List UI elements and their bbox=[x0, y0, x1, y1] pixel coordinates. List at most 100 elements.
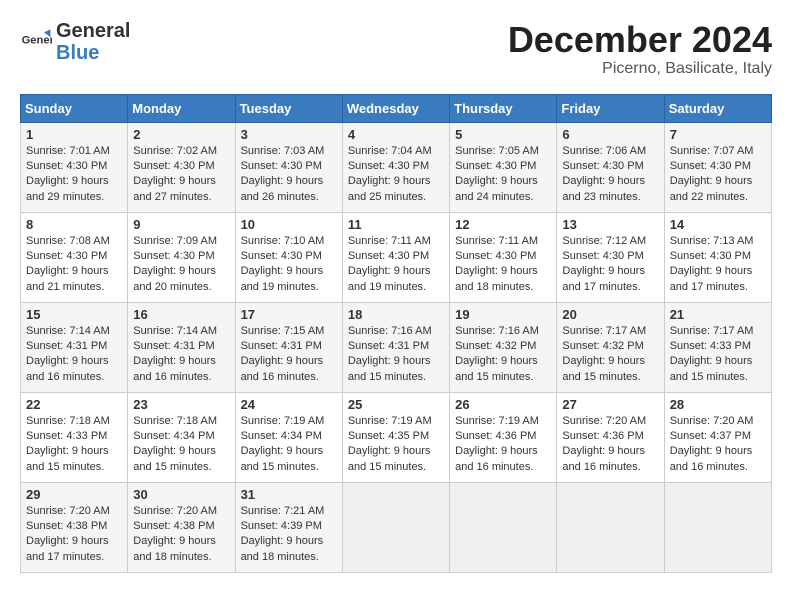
cell-details: Sunrise: 7:20 AM Sunset: 4:37 PM Dayligh… bbox=[670, 415, 754, 473]
page-header: General General Blue December 2024 Picer… bbox=[20, 20, 772, 78]
day-number: 25 bbox=[348, 397, 444, 412]
cell-details: Sunrise: 7:10 AM Sunset: 4:30 PM Dayligh… bbox=[241, 235, 325, 293]
cell-details: Sunrise: 7:03 AM Sunset: 4:30 PM Dayligh… bbox=[241, 145, 325, 203]
location: Picerno, Basilicate, Italy bbox=[508, 60, 772, 78]
cell-details: Sunrise: 7:21 AM Sunset: 4:39 PM Dayligh… bbox=[241, 505, 325, 563]
calendar-cell: 20 Sunrise: 7:17 AM Sunset: 4:32 PM Dayl… bbox=[557, 302, 664, 392]
calendar-week-row: 1 Sunrise: 7:01 AM Sunset: 4:30 PM Dayli… bbox=[21, 122, 772, 212]
calendar-cell bbox=[450, 482, 557, 572]
calendar-cell: 5 Sunrise: 7:05 AM Sunset: 4:30 PM Dayli… bbox=[450, 122, 557, 212]
day-number: 24 bbox=[241, 397, 337, 412]
calendar-cell: 6 Sunrise: 7:06 AM Sunset: 4:30 PM Dayli… bbox=[557, 122, 664, 212]
cell-details: Sunrise: 7:18 AM Sunset: 4:34 PM Dayligh… bbox=[133, 415, 217, 473]
calendar-cell: 25 Sunrise: 7:19 AM Sunset: 4:35 PM Dayl… bbox=[342, 392, 449, 482]
day-number: 16 bbox=[133, 307, 229, 322]
calendar-cell bbox=[557, 482, 664, 572]
calendar-cell: 16 Sunrise: 7:14 AM Sunset: 4:31 PM Dayl… bbox=[128, 302, 235, 392]
day-number: 18 bbox=[348, 307, 444, 322]
cell-details: Sunrise: 7:07 AM Sunset: 4:30 PM Dayligh… bbox=[670, 145, 754, 203]
calendar-header-row: SundayMondayTuesdayWednesdayThursdayFrid… bbox=[21, 94, 772, 122]
calendar-cell bbox=[664, 482, 771, 572]
day-number: 14 bbox=[670, 217, 766, 232]
calendar-cell: 3 Sunrise: 7:03 AM Sunset: 4:30 PM Dayli… bbox=[235, 122, 342, 212]
day-number: 11 bbox=[348, 217, 444, 232]
calendar-cell: 26 Sunrise: 7:19 AM Sunset: 4:36 PM Dayl… bbox=[450, 392, 557, 482]
day-number: 30 bbox=[133, 487, 229, 502]
cell-details: Sunrise: 7:16 AM Sunset: 4:31 PM Dayligh… bbox=[348, 325, 432, 383]
calendar-table: SundayMondayTuesdayWednesdayThursdayFrid… bbox=[20, 94, 772, 573]
cell-details: Sunrise: 7:19 AM Sunset: 4:36 PM Dayligh… bbox=[455, 415, 539, 473]
cell-details: Sunrise: 7:13 AM Sunset: 4:30 PM Dayligh… bbox=[670, 235, 754, 293]
calendar-week-row: 22 Sunrise: 7:18 AM Sunset: 4:33 PM Dayl… bbox=[21, 392, 772, 482]
header-day-monday: Monday bbox=[128, 94, 235, 122]
calendar-week-row: 8 Sunrise: 7:08 AM Sunset: 4:30 PM Dayli… bbox=[21, 212, 772, 302]
calendar-cell: 4 Sunrise: 7:04 AM Sunset: 4:30 PM Dayli… bbox=[342, 122, 449, 212]
day-number: 10 bbox=[241, 217, 337, 232]
day-number: 6 bbox=[562, 127, 658, 142]
cell-details: Sunrise: 7:06 AM Sunset: 4:30 PM Dayligh… bbox=[562, 145, 646, 203]
cell-details: Sunrise: 7:11 AM Sunset: 4:30 PM Dayligh… bbox=[455, 235, 538, 293]
calendar-cell: 30 Sunrise: 7:20 AM Sunset: 4:38 PM Dayl… bbox=[128, 482, 235, 572]
day-number: 1 bbox=[26, 127, 122, 142]
calendar-cell: 9 Sunrise: 7:09 AM Sunset: 4:30 PM Dayli… bbox=[128, 212, 235, 302]
day-number: 21 bbox=[670, 307, 766, 322]
cell-details: Sunrise: 7:20 AM Sunset: 4:36 PM Dayligh… bbox=[562, 415, 646, 473]
day-number: 12 bbox=[455, 217, 551, 232]
day-number: 27 bbox=[562, 397, 658, 412]
cell-details: Sunrise: 7:09 AM Sunset: 4:30 PM Dayligh… bbox=[133, 235, 217, 293]
calendar-cell: 12 Sunrise: 7:11 AM Sunset: 4:30 PM Dayl… bbox=[450, 212, 557, 302]
header-day-thursday: Thursday bbox=[450, 94, 557, 122]
calendar-cell: 8 Sunrise: 7:08 AM Sunset: 4:30 PM Dayli… bbox=[21, 212, 128, 302]
cell-details: Sunrise: 7:20 AM Sunset: 4:38 PM Dayligh… bbox=[133, 505, 217, 563]
day-number: 5 bbox=[455, 127, 551, 142]
cell-details: Sunrise: 7:05 AM Sunset: 4:30 PM Dayligh… bbox=[455, 145, 539, 203]
calendar-cell: 27 Sunrise: 7:20 AM Sunset: 4:36 PM Dayl… bbox=[557, 392, 664, 482]
day-number: 19 bbox=[455, 307, 551, 322]
header-day-wednesday: Wednesday bbox=[342, 94, 449, 122]
calendar-cell: 7 Sunrise: 7:07 AM Sunset: 4:30 PM Dayli… bbox=[664, 122, 771, 212]
day-number: 2 bbox=[133, 127, 229, 142]
calendar-cell: 18 Sunrise: 7:16 AM Sunset: 4:31 PM Dayl… bbox=[342, 302, 449, 392]
header-day-tuesday: Tuesday bbox=[235, 94, 342, 122]
cell-details: Sunrise: 7:02 AM Sunset: 4:30 PM Dayligh… bbox=[133, 145, 217, 203]
header-day-saturday: Saturday bbox=[664, 94, 771, 122]
calendar-cell: 19 Sunrise: 7:16 AM Sunset: 4:32 PM Dayl… bbox=[450, 302, 557, 392]
cell-details: Sunrise: 7:14 AM Sunset: 4:31 PM Dayligh… bbox=[133, 325, 217, 383]
day-number: 17 bbox=[241, 307, 337, 322]
day-number: 23 bbox=[133, 397, 229, 412]
calendar-cell: 28 Sunrise: 7:20 AM Sunset: 4:37 PM Dayl… bbox=[664, 392, 771, 482]
logo-icon: General bbox=[20, 26, 52, 58]
day-number: 31 bbox=[241, 487, 337, 502]
cell-details: Sunrise: 7:16 AM Sunset: 4:32 PM Dayligh… bbox=[455, 325, 539, 383]
calendar-week-row: 15 Sunrise: 7:14 AM Sunset: 4:31 PM Dayl… bbox=[21, 302, 772, 392]
calendar-cell: 17 Sunrise: 7:15 AM Sunset: 4:31 PM Dayl… bbox=[235, 302, 342, 392]
day-number: 3 bbox=[241, 127, 337, 142]
cell-details: Sunrise: 7:20 AM Sunset: 4:38 PM Dayligh… bbox=[26, 505, 110, 563]
cell-details: Sunrise: 7:17 AM Sunset: 4:33 PM Dayligh… bbox=[670, 325, 754, 383]
calendar-cell: 11 Sunrise: 7:11 AM Sunset: 4:30 PM Dayl… bbox=[342, 212, 449, 302]
day-number: 15 bbox=[26, 307, 122, 322]
calendar-cell: 10 Sunrise: 7:10 AM Sunset: 4:30 PM Dayl… bbox=[235, 212, 342, 302]
calendar-cell: 24 Sunrise: 7:19 AM Sunset: 4:34 PM Dayl… bbox=[235, 392, 342, 482]
calendar-week-row: 29 Sunrise: 7:20 AM Sunset: 4:38 PM Dayl… bbox=[21, 482, 772, 572]
svg-text:General: General bbox=[22, 35, 52, 47]
logo-blue-text: Blue bbox=[56, 42, 130, 64]
calendar-cell: 14 Sunrise: 7:13 AM Sunset: 4:30 PM Dayl… bbox=[664, 212, 771, 302]
header-day-sunday: Sunday bbox=[21, 94, 128, 122]
day-number: 9 bbox=[133, 217, 229, 232]
cell-details: Sunrise: 7:17 AM Sunset: 4:32 PM Dayligh… bbox=[562, 325, 646, 383]
calendar-cell: 13 Sunrise: 7:12 AM Sunset: 4:30 PM Dayl… bbox=[557, 212, 664, 302]
calendar-cell: 21 Sunrise: 7:17 AM Sunset: 4:33 PM Dayl… bbox=[664, 302, 771, 392]
calendar-cell: 31 Sunrise: 7:21 AM Sunset: 4:39 PM Dayl… bbox=[235, 482, 342, 572]
calendar-cell: 1 Sunrise: 7:01 AM Sunset: 4:30 PM Dayli… bbox=[21, 122, 128, 212]
day-number: 26 bbox=[455, 397, 551, 412]
cell-details: Sunrise: 7:01 AM Sunset: 4:30 PM Dayligh… bbox=[26, 145, 110, 203]
day-number: 8 bbox=[26, 217, 122, 232]
cell-details: Sunrise: 7:04 AM Sunset: 4:30 PM Dayligh… bbox=[348, 145, 432, 203]
day-number: 13 bbox=[562, 217, 658, 232]
logo-general-text: General bbox=[56, 20, 130, 42]
header-day-friday: Friday bbox=[557, 94, 664, 122]
month-title: December 2024 bbox=[508, 20, 772, 60]
cell-details: Sunrise: 7:15 AM Sunset: 4:31 PM Dayligh… bbox=[241, 325, 325, 383]
cell-details: Sunrise: 7:18 AM Sunset: 4:33 PM Dayligh… bbox=[26, 415, 110, 473]
